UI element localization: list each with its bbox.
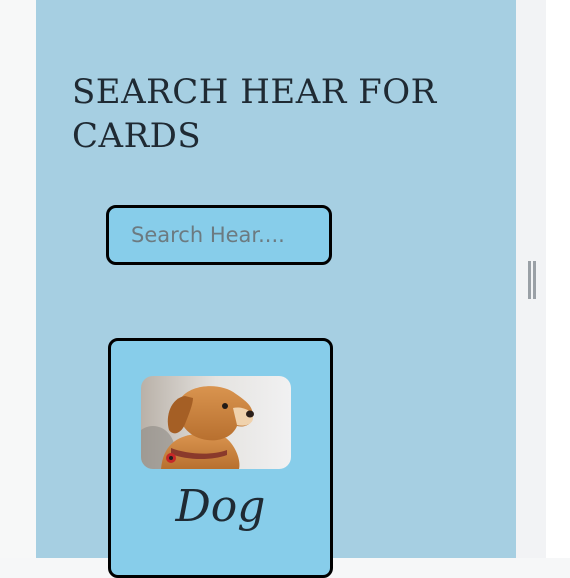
left-gutter bbox=[0, 0, 36, 558]
resize-handle-bar bbox=[528, 261, 531, 299]
resize-handle-bar bbox=[533, 261, 536, 299]
card-dog[interactable]: Dog bbox=[108, 338, 333, 578]
dog-photo-icon bbox=[141, 376, 291, 469]
card-title: Dog bbox=[175, 481, 266, 532]
resize-handle-icon[interactable] bbox=[528, 261, 536, 299]
page-title: SEARCH HEAR FOR CARDS bbox=[72, 72, 437, 156]
search-input[interactable] bbox=[106, 205, 332, 265]
far-right-gutter bbox=[546, 0, 570, 558]
